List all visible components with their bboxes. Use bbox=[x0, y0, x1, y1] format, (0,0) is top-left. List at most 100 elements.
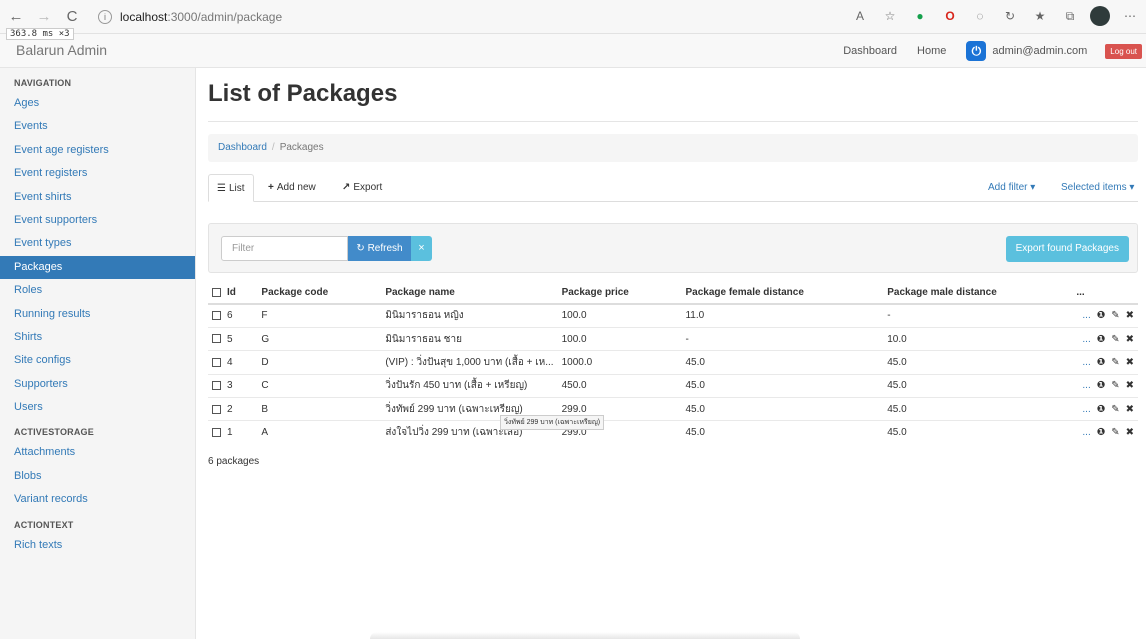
sidebar-item-shirts[interactable]: Shirts bbox=[0, 326, 195, 349]
sidebar-item-rich-texts[interactable]: Rich texts bbox=[0, 534, 195, 557]
navbar-home-link[interactable]: Home bbox=[917, 45, 946, 57]
more-icon[interactable]: ... bbox=[1082, 334, 1090, 345]
delete-icon[interactable]: ✖ bbox=[1126, 404, 1134, 415]
user-email-link[interactable]: admin@admin.com bbox=[992, 45, 1087, 57]
cell-price: 100.0 bbox=[557, 303, 682, 328]
delete-icon[interactable]: ✖ bbox=[1126, 357, 1134, 368]
brand-title[interactable]: Balarun Admin bbox=[16, 42, 107, 58]
cell-name: วิ่งปันรัก 450 บาท (เสื้อ + เหรียญ) bbox=[381, 373, 558, 398]
header-id[interactable]: Id bbox=[208, 278, 258, 305]
header-package-name[interactable]: Package name bbox=[381, 278, 558, 305]
selected-items-dropdown[interactable]: Selected items ▾ bbox=[1061, 174, 1134, 202]
sidebar-item-variant-records[interactable]: Variant records bbox=[0, 488, 195, 511]
sidebar-item-ages[interactable]: Ages bbox=[0, 92, 195, 115]
reload-button[interactable]: C bbox=[60, 5, 84, 29]
cell-code: F bbox=[257, 303, 382, 328]
row-checkbox[interactable] bbox=[212, 404, 221, 414]
edit-icon[interactable]: ✎ bbox=[1111, 334, 1119, 345]
more-icon[interactable]: ... bbox=[1082, 427, 1090, 438]
sidebar-item-attachments[interactable]: Attachments bbox=[0, 441, 195, 464]
site-info-icon[interactable]: i bbox=[98, 9, 112, 24]
add-filter-dropdown[interactable]: Add filter ▾ bbox=[988, 174, 1035, 202]
table-header-row: Id Package code Package name Package pri… bbox=[208, 278, 1138, 305]
header-female-distance[interactable]: Package female distance bbox=[681, 278, 884, 305]
navbar-dashboard-link[interactable]: Dashboard bbox=[843, 45, 897, 57]
header-package-code[interactable]: Package code bbox=[257, 278, 382, 305]
refresh-button[interactable]: ↻ Refresh bbox=[348, 236, 411, 261]
tab-export[interactable]: ↗ Export bbox=[334, 174, 390, 202]
info-icon[interactable]: ❶ bbox=[1097, 357, 1105, 368]
export-found-button[interactable]: Export found Packages bbox=[1005, 236, 1129, 262]
read-aloud-icon[interactable]: A bbox=[850, 6, 870, 26]
sidebar-item-event-types[interactable]: Event types bbox=[0, 232, 195, 255]
extension-icon[interactable]: ◌ bbox=[970, 6, 990, 26]
title-divider bbox=[208, 121, 1138, 122]
cell-code: A bbox=[257, 420, 382, 445]
info-icon[interactable]: ❶ bbox=[1097, 310, 1105, 321]
delete-icon[interactable]: ✖ bbox=[1126, 427, 1134, 438]
info-icon[interactable]: ❶ bbox=[1097, 404, 1105, 415]
select-all-checkbox[interactable] bbox=[212, 287, 221, 297]
favorites-icon[interactable]: ★ bbox=[1030, 6, 1050, 26]
sidebar-item-events[interactable]: Events bbox=[0, 115, 195, 138]
user-avatar-icon[interactable]: ⏻ bbox=[966, 41, 987, 61]
sidebar-item-packages[interactable]: Packages bbox=[0, 255, 195, 280]
name-tooltip: วิ่งทัพย์ 299 บาท (เฉพาะเหรียญ) bbox=[500, 415, 605, 430]
logout-button[interactable]: Log out bbox=[1105, 43, 1142, 59]
more-icon[interactable]: ... bbox=[1082, 404, 1090, 415]
sidebar-item-event-shirts[interactable]: Event shirts bbox=[0, 186, 195, 209]
forward-button[interactable]: → bbox=[32, 5, 56, 29]
sidebar-item-site-configs[interactable]: Site configs bbox=[0, 349, 195, 372]
more-icon[interactable]: ... bbox=[1082, 310, 1090, 321]
row-checkbox[interactable] bbox=[212, 381, 221, 391]
sidebar-item-event-supporters[interactable]: Event supporters bbox=[0, 209, 195, 232]
sidebar-item-event-registers[interactable]: Event registers bbox=[0, 162, 195, 185]
edit-icon[interactable]: ✎ bbox=[1111, 404, 1119, 415]
tab-add-new[interactable]: + Add new bbox=[260, 174, 324, 202]
cell-female-distance: 45.0 bbox=[681, 373, 884, 398]
sidebar-item-supporters[interactable]: Supporters bbox=[0, 373, 195, 396]
address-bar[interactable]: localhost:3000/admin/package bbox=[120, 10, 282, 24]
edit-icon[interactable]: ✎ bbox=[1111, 310, 1119, 321]
tab-list[interactable]: ☰ List bbox=[208, 174, 254, 202]
sidebar-item-blobs[interactable]: Blobs bbox=[0, 465, 195, 488]
cell-male-distance: 45.0 bbox=[883, 350, 1073, 375]
header-male-distance[interactable]: Package male distance bbox=[883, 278, 1073, 305]
edit-icon[interactable]: ✎ bbox=[1111, 380, 1119, 391]
cell-code: G bbox=[257, 326, 382, 351]
cell-id: 6 bbox=[208, 303, 258, 328]
performance-badge[interactable]: 363.8 ms ×3 bbox=[6, 28, 74, 40]
info-icon[interactable]: ❶ bbox=[1097, 380, 1105, 391]
info-icon[interactable]: ❶ bbox=[1097, 427, 1105, 438]
header-package-price[interactable]: Package price bbox=[557, 278, 682, 305]
row-actions: ... ❶ ✎ ✖ bbox=[1072, 397, 1138, 421]
row-checkbox[interactable] bbox=[212, 334, 221, 344]
filter-input[interactable]: Filter bbox=[221, 236, 348, 261]
delete-icon[interactable]: ✖ bbox=[1126, 380, 1134, 391]
more-options-icon[interactable]: ⋯ bbox=[1120, 6, 1140, 26]
row-checkbox[interactable] bbox=[212, 428, 221, 438]
row-checkbox[interactable] bbox=[212, 311, 221, 321]
edit-icon[interactable]: ✎ bbox=[1111, 427, 1119, 438]
delete-icon[interactable]: ✖ bbox=[1126, 310, 1134, 321]
row-checkbox[interactable] bbox=[212, 357, 221, 367]
collections-icon[interactable]: ⧉ bbox=[1060, 6, 1080, 26]
breadcrumb-dashboard-link[interactable]: Dashboard bbox=[218, 142, 267, 153]
grammarly-icon[interactable]: ● bbox=[910, 6, 930, 26]
sidebar-item-event-age-registers[interactable]: Event age registers bbox=[0, 139, 195, 162]
profile-avatar-icon[interactable] bbox=[1090, 6, 1110, 26]
more-icon[interactable]: ... bbox=[1082, 380, 1090, 391]
opera-icon[interactable]: O bbox=[940, 6, 960, 26]
edit-icon[interactable]: ✎ bbox=[1111, 357, 1119, 368]
info-icon[interactable]: ❶ bbox=[1097, 334, 1105, 345]
more-icon[interactable]: ... bbox=[1082, 357, 1090, 368]
back-button[interactable]: ← bbox=[4, 5, 28, 29]
delete-icon[interactable]: ✖ bbox=[1126, 334, 1134, 345]
favorites-star-icon[interactable]: ☆ bbox=[880, 6, 900, 26]
sidebar-item-users[interactable]: Users bbox=[0, 396, 195, 419]
refresh-extension-icon[interactable]: ↻ bbox=[1000, 6, 1020, 26]
sidebar-item-roles[interactable]: Roles bbox=[0, 279, 195, 302]
clear-filter-button[interactable]: × bbox=[411, 236, 432, 261]
row-id: 4 bbox=[227, 356, 233, 368]
sidebar-item-running-results[interactable]: Running results bbox=[0, 303, 195, 326]
